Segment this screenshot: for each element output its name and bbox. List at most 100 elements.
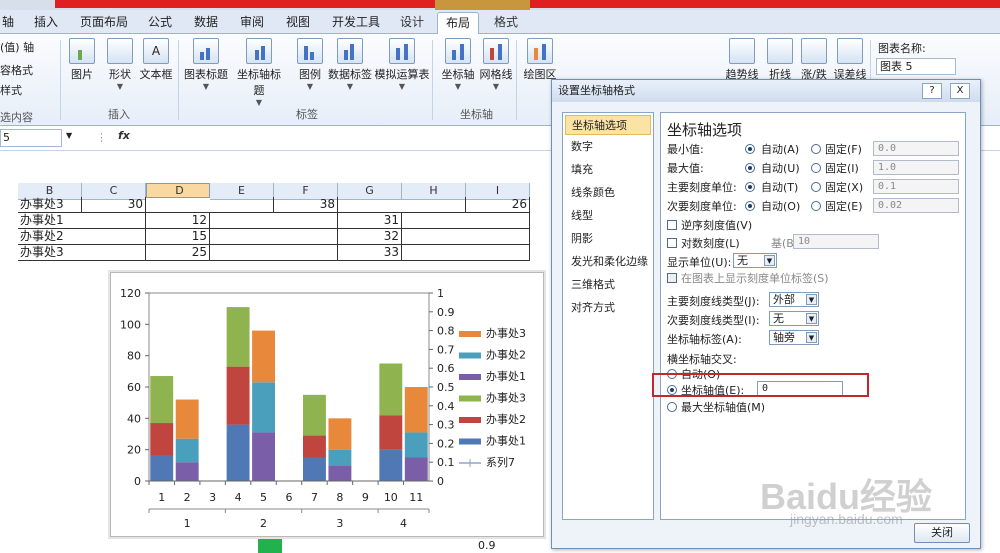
gridlines-button[interactable]: 网格线 ▼ [474, 38, 518, 91]
nav-number[interactable]: 数字 [565, 137, 651, 157]
chart-bar [252, 432, 275, 481]
minor-tick-select[interactable]: 无 ▼ [769, 311, 819, 326]
max-label: 最大值: [667, 162, 704, 175]
format-selection[interactable]: 容格式 [0, 62, 33, 78]
show-units-checkbox[interactable] [667, 273, 677, 283]
axis-labels-select[interactable]: 轴旁 ▼ [769, 330, 819, 345]
tab-axis[interactable]: 轴 [0, 12, 22, 34]
min-fixed-radio[interactable] [811, 144, 821, 154]
tab-view[interactable]: 视图 [278, 12, 318, 34]
cross-heading: 横坐标轴交叉: [667, 353, 737, 366]
nav-alignment[interactable]: 对齐方式 [565, 298, 651, 318]
table-cell[interactable] [402, 245, 530, 261]
chart-name-input[interactable]: 图表 5 [876, 58, 956, 75]
help-button[interactable]: ? [922, 83, 942, 99]
display-units-select[interactable]: 无 ▼ [733, 253, 777, 268]
insert-function-icon[interactable]: fx [118, 129, 130, 142]
name-box-dropdown-icon[interactable]: ▼ [66, 131, 72, 140]
chevron-down-icon: ▼ [764, 255, 775, 266]
min-auto-radio[interactable] [745, 144, 755, 154]
major-fixed-radio[interactable] [811, 182, 821, 192]
x-tick-label: 1 [158, 491, 165, 504]
x-tick-label: 9 [362, 491, 369, 504]
nav-3d-format[interactable]: 三维格式 [565, 275, 651, 295]
data-table-button[interactable]: 模拟运算表 ▼ [374, 38, 430, 91]
highlight-annotation [652, 373, 869, 397]
legend-label: 办事处2 [486, 349, 526, 362]
table-cell[interactable]: 办事处1 [18, 213, 146, 229]
table-cell[interactable] [146, 197, 274, 213]
tab-formulas[interactable]: 公式 [140, 12, 180, 34]
nav-shadow[interactable]: 阴影 [565, 229, 651, 249]
table-cell[interactable]: 32 [338, 229, 402, 245]
table-cell[interactable]: 25 [146, 245, 210, 261]
legend-label: 办事处2 [486, 413, 526, 426]
table-cell[interactable]: 办事处2 [18, 229, 146, 245]
minor-fixed-radio[interactable] [811, 201, 821, 211]
table-cell[interactable] [210, 229, 338, 245]
table-cell[interactable] [210, 245, 338, 261]
table-cell[interactable] [338, 197, 466, 213]
chart-svg[interactable]: 0 20 40 60 80 100 120 0 0.1 0.2 0.3 0.4 0.5 0.6 0.7 0.8… [111, 273, 545, 538]
legend-button[interactable]: 图例 ▼ [288, 38, 332, 91]
data-labels-button[interactable]: 数据标签 ▼ [328, 38, 372, 91]
max-auto-radio[interactable] [745, 163, 755, 173]
y-tick-label: 60 [127, 381, 141, 394]
log-base-field[interactable]: 10 [793, 234, 879, 249]
nav-line-style[interactable]: 线型 [565, 206, 651, 226]
cross-max-radio[interactable] [667, 402, 677, 412]
tab-page-layout[interactable]: 页面布局 [72, 12, 136, 34]
reverse-checkbox[interactable] [667, 220, 677, 230]
chart-bar [303, 435, 326, 458]
table-cell[interactable]: 30 [82, 197, 146, 213]
minor-value-field[interactable]: 0.02 [873, 198, 959, 213]
tab-insert[interactable]: 插入 [26, 12, 66, 34]
nav-glow[interactable]: 发光和柔化边缘 [565, 252, 651, 272]
major-auto-radio[interactable] [745, 182, 755, 192]
nav-line-color[interactable]: 线条颜色 [565, 183, 651, 203]
column-header-d[interactable]: D [146, 183, 210, 198]
table-cell[interactable]: 办事处3 [18, 245, 146, 261]
name-box[interactable]: 5 [0, 129, 62, 147]
tab-review[interactable]: 审阅 [232, 12, 272, 34]
textbox-icon: A [143, 38, 169, 64]
log-scale-label: 对数刻度(L) [681, 237, 740, 250]
tab-data[interactable]: 数据 [186, 12, 226, 34]
chart-object[interactable]: 0 20 40 60 80 100 120 0 0.1 0.2 0.3 0.4 0.5 0.6 0.7 0.8… [110, 272, 544, 537]
error-bars-button[interactable]: 误差线 [828, 38, 872, 82]
nav-fill[interactable]: 填充 [565, 160, 651, 180]
table-cell[interactable]: 31 [338, 213, 402, 229]
max-value-field[interactable]: 1.0 [873, 160, 959, 175]
table-cell[interactable]: 38 [274, 197, 338, 213]
tab-design[interactable]: 设计 [392, 12, 432, 34]
reset-style[interactable]: 样式 [0, 82, 22, 98]
table-cell[interactable] [402, 229, 530, 245]
minor-auto-radio[interactable] [745, 201, 755, 211]
table-cell[interactable]: 26 [466, 197, 530, 213]
close-x-button[interactable]: X [950, 83, 970, 99]
major-value-field[interactable]: 0.1 [873, 179, 959, 194]
table-cell[interactable]: 办事处3 [18, 197, 82, 213]
tab-format[interactable]: 格式 [486, 12, 526, 34]
table-cell[interactable]: 15 [146, 229, 210, 245]
table-cell[interactable] [402, 213, 530, 229]
nav-axis-options[interactable]: 坐标轴选项 [565, 115, 651, 135]
current-selection[interactable]: (值) 轴 [0, 39, 34, 55]
log-scale-checkbox[interactable] [667, 238, 677, 248]
major-tick-select[interactable]: 外部 ▼ [769, 292, 819, 307]
tab-layout[interactable]: 布局 [437, 12, 480, 34]
legend-swatch [459, 395, 481, 402]
textbox-button[interactable]: A 文本框 [134, 38, 178, 82]
tab-developer[interactable]: 开发工具 [324, 12, 388, 34]
major-fixed-label: 固定(X) [825, 181, 864, 194]
table-cell[interactable]: 33 [338, 245, 402, 261]
table-cell[interactable] [210, 213, 338, 229]
plot-area-button[interactable]: 绘图区 [518, 38, 562, 82]
table-cell[interactable]: 12 [146, 213, 210, 229]
min-value-field[interactable]: 0.0 [873, 141, 959, 156]
close-button[interactable]: 关闭 [914, 523, 970, 543]
max-fixed-radio[interactable] [811, 163, 821, 173]
chart-title-button[interactable]: 图表标题 ▼ [184, 38, 228, 91]
gridlines-icon [483, 38, 509, 64]
axis-title-button[interactable]: 坐标轴标题 ▼ [232, 38, 286, 107]
